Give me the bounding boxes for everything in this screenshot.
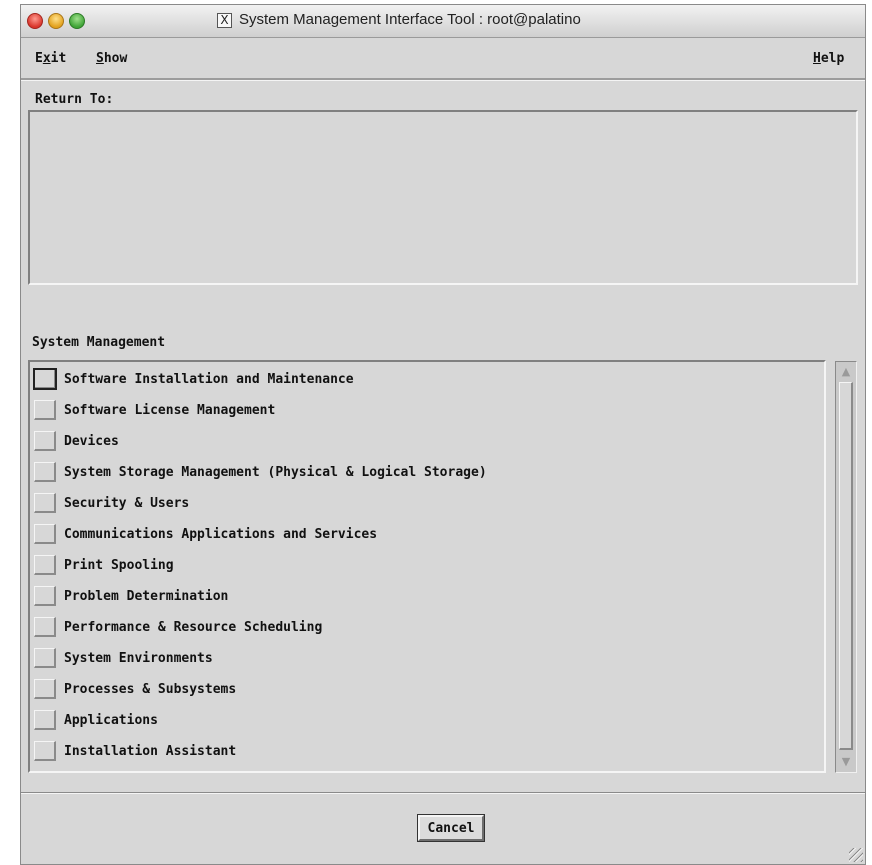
resize-grip-icon[interactable] bbox=[849, 848, 863, 862]
item-toggle-button[interactable] bbox=[34, 400, 56, 420]
bottom-divider bbox=[21, 792, 865, 794]
list-item[interactable]: Software Installation and Maintenance bbox=[33, 367, 814, 391]
list-item-label: Communications Applications and Services bbox=[64, 526, 378, 542]
zoom-window-icon[interactable] bbox=[69, 13, 85, 29]
item-toggle-button[interactable] bbox=[34, 648, 56, 668]
vertical-scrollbar[interactable]: ▲ ▼ bbox=[835, 361, 857, 773]
menu-help-after: elp bbox=[820, 51, 845, 66]
list-item-label: Print Spooling bbox=[64, 557, 174, 573]
list-item-label: Applications bbox=[64, 712, 158, 728]
list-item[interactable]: Problem Determination bbox=[34, 584, 814, 608]
list-item-label: Software Installation and Maintenance bbox=[64, 371, 354, 387]
window-title: System Management Interface Tool : root@… bbox=[239, 11, 581, 28]
menu-exit-mnemonic: x bbox=[42, 51, 51, 66]
scroll-down-icon[interactable]: ▼ bbox=[839, 754, 853, 770]
return-to-label: Return To: bbox=[35, 92, 114, 107]
x11-app-icon: X bbox=[217, 13, 232, 28]
list-item-label: Processes & Subsystems bbox=[64, 681, 237, 697]
item-toggle-button[interactable] bbox=[33, 368, 57, 390]
minimize-window-icon[interactable] bbox=[48, 13, 64, 29]
menu-bar: Exit Show Help bbox=[21, 38, 865, 80]
list-item[interactable]: Installation Assistant bbox=[34, 739, 814, 763]
menu-show-mnemonic: S bbox=[96, 51, 104, 66]
menu-exit-before: E bbox=[35, 51, 43, 66]
item-toggle-button[interactable] bbox=[34, 679, 56, 699]
menu-show-after: how bbox=[103, 51, 128, 66]
menu-list[interactable]: Software Installation and Maintenance So… bbox=[28, 360, 826, 773]
list-item[interactable]: Software License Management bbox=[34, 398, 814, 422]
menu-exit[interactable]: Exit bbox=[35, 51, 66, 66]
list-item-label: Problem Determination bbox=[64, 588, 229, 604]
menu-exit-after: it bbox=[50, 51, 67, 66]
title-bar[interactable]: X System Management Interface Tool : roo… bbox=[21, 5, 865, 38]
item-toggle-button[interactable] bbox=[34, 586, 56, 606]
list-item-label: System Storage Management (Physical & Lo… bbox=[64, 464, 487, 480]
list-item-label: Performance & Resource Scheduling bbox=[64, 619, 323, 635]
smit-window: X System Management Interface Tool : roo… bbox=[20, 4, 866, 865]
close-window-icon[interactable] bbox=[27, 13, 43, 29]
list-item-label: Installation Assistant bbox=[64, 743, 237, 759]
item-toggle-button[interactable] bbox=[34, 741, 56, 761]
list-item[interactable]: Devices bbox=[34, 429, 814, 453]
item-toggle-button[interactable] bbox=[34, 555, 56, 575]
list-item-label: Devices bbox=[64, 433, 119, 449]
list-item[interactable]: Applications bbox=[34, 708, 814, 732]
cancel-button[interactable]: Cancel bbox=[417, 814, 485, 842]
list-item-label: Security & Users bbox=[64, 495, 190, 511]
item-toggle-button[interactable] bbox=[34, 524, 56, 544]
list-item[interactable]: Print Spooling bbox=[34, 553, 814, 577]
list-item[interactable]: Security & Users bbox=[34, 491, 814, 515]
item-toggle-button[interactable] bbox=[34, 710, 56, 730]
list-item[interactable]: Communications Applications and Services bbox=[34, 522, 814, 546]
scroll-up-icon[interactable]: ▲ bbox=[839, 364, 853, 380]
item-toggle-button[interactable] bbox=[34, 431, 56, 451]
list-item[interactable]: System Storage Management (Physical & Lo… bbox=[34, 460, 814, 484]
return-to-list[interactable] bbox=[28, 110, 858, 285]
item-toggle-button[interactable] bbox=[34, 617, 56, 637]
list-item-label: Software License Management bbox=[64, 402, 276, 418]
scrollbar-thumb[interactable] bbox=[839, 382, 853, 750]
menu-help-mnemonic: H bbox=[813, 51, 821, 66]
list-item[interactable]: System Environments bbox=[34, 646, 814, 670]
section-label: System Management bbox=[32, 335, 166, 350]
list-item-label: System Environments bbox=[64, 650, 213, 666]
item-toggle-button[interactable] bbox=[34, 493, 56, 513]
menu-show[interactable]: Show bbox=[96, 51, 127, 66]
list-item[interactable]: Performance & Resource Scheduling bbox=[34, 615, 814, 639]
item-toggle-button[interactable] bbox=[34, 462, 56, 482]
menu-help[interactable]: Help bbox=[813, 51, 844, 66]
list-item[interactable]: Processes & Subsystems bbox=[34, 677, 814, 701]
